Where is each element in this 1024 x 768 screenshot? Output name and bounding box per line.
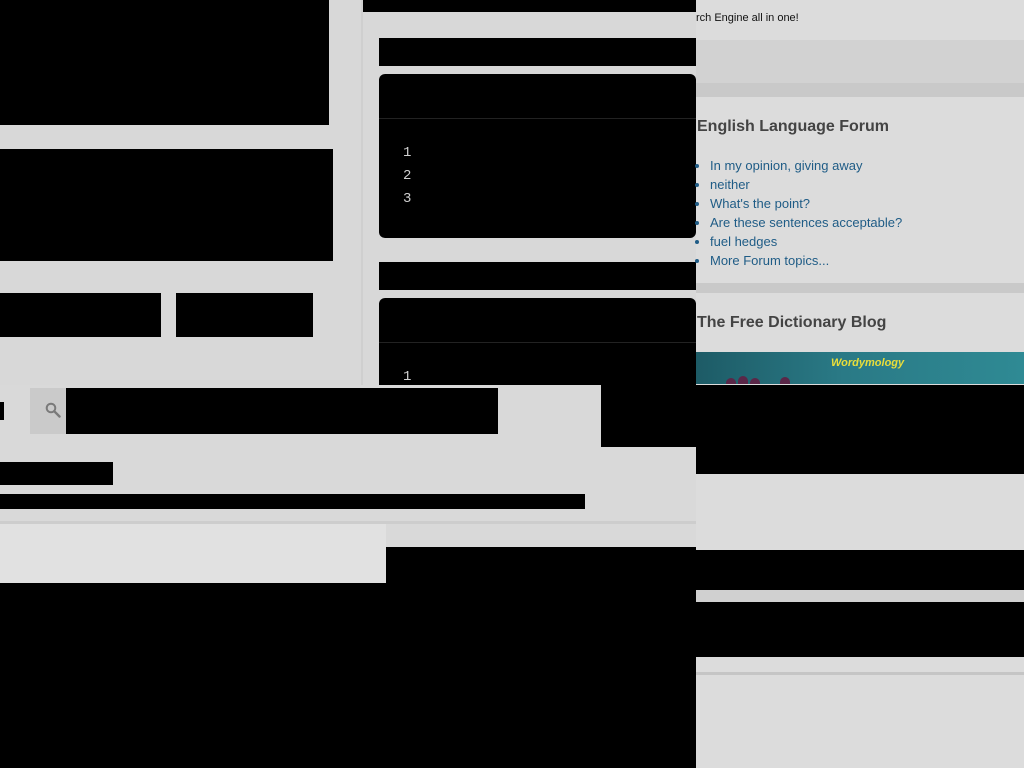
redacted-code-title bbox=[379, 38, 696, 66]
sidebar-divider bbox=[696, 283, 1024, 293]
code-block-1: 1 2 3 bbox=[379, 74, 696, 238]
line-numbers: 1 bbox=[403, 366, 411, 385]
flower-decoration bbox=[726, 378, 736, 384]
blog-image-label: Wordymology bbox=[831, 357, 905, 369]
redacted-button[interactable] bbox=[176, 293, 313, 337]
code-block-divider bbox=[379, 342, 696, 343]
line-number: 2 bbox=[403, 168, 412, 184]
forum-topic-link[interactable]: In my opinion, giving away bbox=[710, 158, 862, 173]
redacted-label bbox=[0, 462, 113, 485]
search-icon[interactable] bbox=[45, 402, 61, 418]
code-block-divider bbox=[379, 118, 696, 119]
list-item[interactable]: neither bbox=[710, 175, 902, 194]
redacted-block bbox=[0, 402, 4, 420]
forum-title: English Language Forum bbox=[697, 118, 890, 135]
line-number: 1 bbox=[403, 369, 412, 385]
forum-topic-link[interactable]: neither bbox=[710, 177, 750, 192]
forum-topic-link[interactable]: Are these sentences acceptable? bbox=[710, 215, 902, 230]
more-forum-topics-link[interactable]: More Forum topics... bbox=[710, 253, 829, 268]
list-item[interactable]: In my opinion, giving away bbox=[710, 156, 902, 175]
forum-topic-link[interactable]: What's the point? bbox=[710, 196, 810, 211]
line-number: 1 bbox=[403, 145, 412, 161]
code-block-2: 1 bbox=[379, 298, 696, 385]
flower-decoration bbox=[738, 376, 748, 384]
line-number: 3 bbox=[403, 191, 412, 207]
sidebar-divider bbox=[696, 590, 1024, 602]
redacted-block bbox=[0, 149, 333, 261]
blog-image[interactable]: Wordymology bbox=[696, 352, 1024, 384]
redacted-search-submit[interactable] bbox=[601, 385, 696, 447]
line-numbers: 1 2 3 bbox=[403, 142, 411, 211]
forum-topic-list: In my opinion, giving away neither What'… bbox=[692, 156, 902, 270]
redacted-block bbox=[696, 602, 1024, 657]
flower-decoration bbox=[750, 378, 760, 384]
site-tagline: rch Engine all in one! bbox=[696, 12, 799, 24]
redacted-text-line bbox=[0, 494, 585, 509]
redacted-button[interactable] bbox=[0, 293, 161, 337]
redacted-block bbox=[0, 0, 329, 125]
redacted-header-bar bbox=[363, 0, 696, 12]
list-item[interactable]: fuel hedges bbox=[710, 232, 902, 251]
forum-topic-link[interactable]: fuel hedges bbox=[710, 234, 777, 249]
redacted-block bbox=[696, 385, 1024, 474]
redacted-block bbox=[386, 547, 696, 583]
list-item[interactable]: What's the point? bbox=[710, 194, 902, 213]
redacted-block bbox=[0, 583, 696, 768]
list-item[interactable]: Are these sentences acceptable? bbox=[710, 213, 902, 232]
search-input[interactable] bbox=[66, 388, 498, 434]
list-item[interactable]: More Forum topics... bbox=[710, 251, 902, 270]
sidebar-band bbox=[696, 40, 1024, 83]
sidebar-divider bbox=[696, 83, 1024, 97]
sidebar-divider bbox=[696, 672, 1024, 675]
light-strip bbox=[0, 524, 386, 583]
blog-title: The Free Dictionary Blog bbox=[697, 314, 887, 331]
redacted-code-title bbox=[379, 262, 696, 290]
redacted-block bbox=[696, 550, 1024, 590]
flower-decoration bbox=[780, 377, 790, 384]
